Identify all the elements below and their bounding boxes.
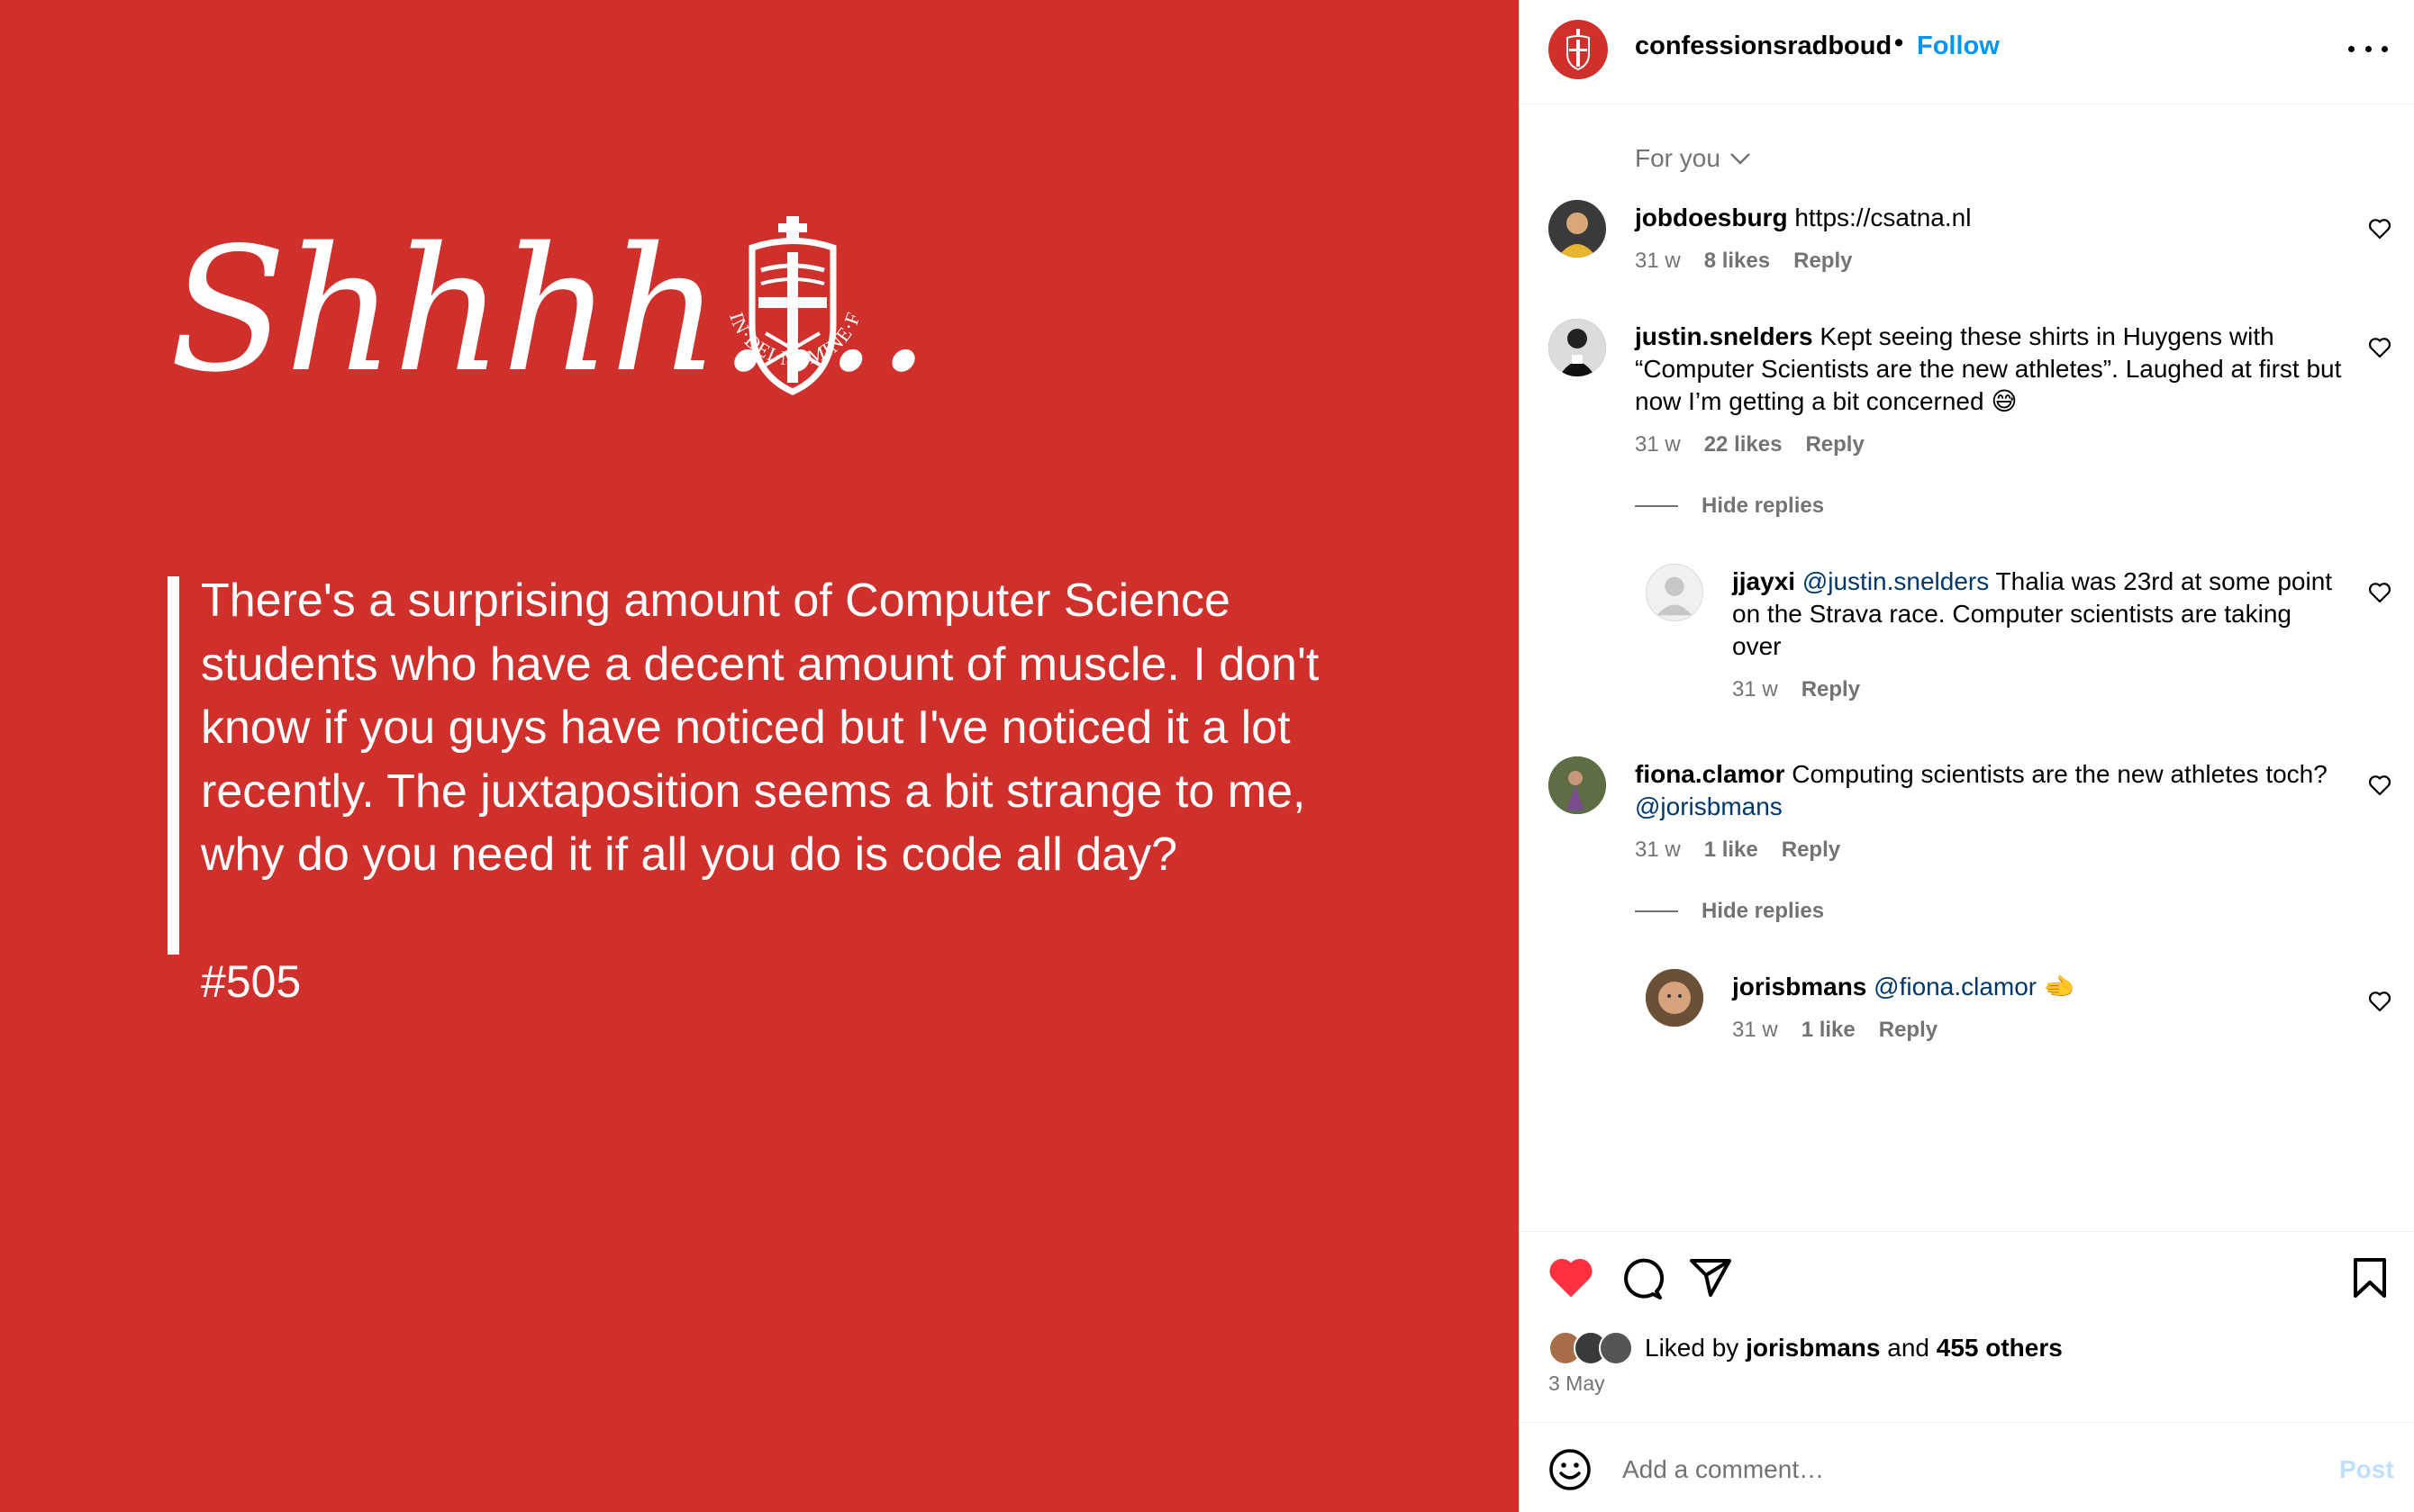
- header-separator: •: [1894, 29, 1904, 58]
- commenter-avatar[interactable]: [1548, 200, 1606, 258]
- post-header: confessionsradboud • Follow: [1520, 0, 2414, 104]
- commenter-avatar[interactable]: [1646, 564, 1703, 621]
- comment-likes[interactable]: 22 likes: [1704, 432, 1783, 457]
- comment-text[interactable]: Computing scientists are the new athlete…: [1792, 760, 2328, 788]
- reply-button[interactable]: Reply: [1805, 432, 1864, 457]
- comment-username[interactable]: jjayxi: [1732, 567, 1795, 595]
- smiley-icon[interactable]: [1548, 1448, 1592, 1491]
- radboud-seal-logo: IN·DEI·NOMINE·FELICITER: [703, 207, 864, 395]
- comment-composer: Post: [1520, 1422, 2414, 1512]
- commenter-avatar[interactable]: [1646, 969, 1703, 1027]
- confession-text: There's a surprising amount of Computer …: [201, 575, 1320, 881]
- comment-emoji: 😅: [1991, 387, 2018, 415]
- comment-time[interactable]: 31 w: [1732, 677, 1778, 702]
- author-avatar[interactable]: [1548, 20, 1608, 79]
- comment-mention[interactable]: @jorisbmans: [1635, 792, 1783, 820]
- liked-by-user[interactable]: jorisbmans: [1746, 1334, 1880, 1362]
- commenter-avatar[interactable]: [1548, 319, 1606, 376]
- liked-by-avatars[interactable]: [1548, 1331, 1647, 1367]
- comment-likes[interactable]: 1 like: [1704, 837, 1758, 863]
- comment-username[interactable]: jobdoesburg: [1635, 204, 1788, 231]
- comment-sort-dropdown[interactable]: For you: [1635, 144, 1751, 173]
- comment-username[interactable]: justin.snelders: [1635, 322, 1813, 350]
- comment-item: fiona.clamor Computing scientists are th…: [1520, 755, 2414, 872]
- hide-replies-line: [1635, 505, 1678, 507]
- comment-text[interactable]: https://csatna.nl: [1794, 204, 1971, 231]
- comment-input[interactable]: [1620, 1444, 2273, 1495]
- comment-mention[interactable]: @fiona.clamor: [1874, 973, 2037, 1000]
- comments-panel: confessionsradboud • Follow For you jobd…: [1519, 0, 2414, 1512]
- comment-time[interactable]: 31 w: [1635, 837, 1681, 863]
- heart-filled-icon[interactable]: [1548, 1257, 1593, 1299]
- hide-replies-button[interactable]: Hide replies: [1635, 899, 1824, 924]
- liker-avatar: [1599, 1331, 1633, 1365]
- comment-emoji: 🫲: [2043, 973, 2075, 1000]
- reply-item: jjayxi @justin.snelders Thalia was 23rd …: [1520, 562, 2414, 706]
- hide-replies-label: Hide replies: [1702, 493, 1825, 518]
- sort-label: For you: [1635, 144, 1720, 172]
- comment-bubble-icon[interactable]: [1620, 1257, 1664, 1300]
- post-actions: Liked by jorisbmans and 455 others 3 May: [1520, 1231, 2414, 1423]
- comment-time[interactable]: 31 w: [1635, 249, 1681, 274]
- post-comment-button[interactable]: Post: [2339, 1455, 2394, 1484]
- hide-replies-line: [1635, 910, 1678, 912]
- liked-by-prefix: Liked by: [1645, 1334, 1739, 1362]
- like-comment-heart-icon[interactable]: [2368, 991, 2391, 1012]
- post-date[interactable]: 3 May: [1548, 1372, 1605, 1396]
- comment-item: justin.snelders Kept seeing these shirts…: [1520, 317, 2414, 470]
- liked-by-summary: Liked by jorisbmans and 455 others: [1645, 1334, 2063, 1363]
- bookmark-icon[interactable]: [2352, 1257, 2388, 1299]
- reply-button[interactable]: Reply: [1782, 837, 1840, 863]
- author-username[interactable]: confessionsradboud: [1635, 32, 1892, 61]
- comment-time[interactable]: 31 w: [1635, 432, 1681, 457]
- hide-replies-label: Hide replies: [1702, 899, 1825, 923]
- post-image[interactable]: Shhhh.... IN·DEI·NOMINE·FELICITER There'…: [0, 0, 1519, 1512]
- comment-likes[interactable]: 1 like: [1801, 1018, 1856, 1043]
- like-comment-heart-icon[interactable]: [2368, 582, 2391, 603]
- comment-time[interactable]: 31 w: [1732, 1018, 1778, 1043]
- comment-likes[interactable]: 8 likes: [1704, 249, 1770, 274]
- reply-item: jorisbmans @fiona.clamor 🫲 31 w 1 like R…: [1520, 967, 2414, 1057]
- paper-plane-icon[interactable]: [1689, 1257, 1732, 1299]
- hide-replies-button[interactable]: Hide replies: [1635, 493, 1824, 519]
- instagram-post-view: Shhhh.... IN·DEI·NOMINE·FELICITER There'…: [0, 0, 2414, 1512]
- like-comment-heart-icon[interactable]: [2368, 774, 2391, 796]
- liked-by-middle: and: [1887, 1334, 1929, 1362]
- seal-mini-icon: [1566, 29, 1590, 71]
- quote-bar: [168, 576, 179, 955]
- like-comment-heart-icon[interactable]: [2368, 337, 2391, 358]
- confession-number: #505: [201, 956, 302, 1007]
- like-comment-heart-icon[interactable]: [2368, 218, 2391, 240]
- comment-item: jobdoesburg https://csatna.nl 31 w 8 lik…: [1520, 198, 2414, 288]
- comment-mention[interactable]: @justin.snelders: [1802, 567, 1989, 595]
- reply-button[interactable]: Reply: [1793, 249, 1852, 274]
- more-options-icon[interactable]: [2348, 32, 2388, 65]
- chevron-down-icon: [1730, 153, 1750, 165]
- follow-button[interactable]: Follow: [1917, 32, 2000, 61]
- commenter-avatar[interactable]: [1548, 756, 1606, 814]
- reply-button[interactable]: Reply: [1879, 1018, 1938, 1043]
- comment-username[interactable]: fiona.clamor: [1635, 760, 1784, 788]
- reply-button[interactable]: Reply: [1801, 677, 1860, 702]
- comment-username[interactable]: jorisbmans: [1732, 973, 1866, 1000]
- liked-by-others[interactable]: 455 others: [1937, 1334, 2063, 1362]
